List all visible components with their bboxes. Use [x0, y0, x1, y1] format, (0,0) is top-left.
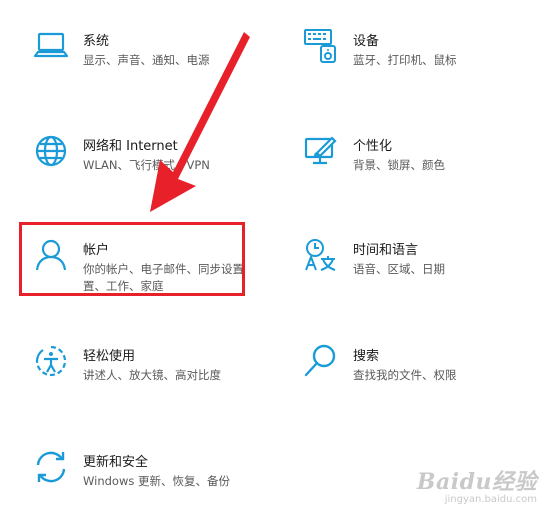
tile-description: Windows 更新、恢复、备份 — [83, 474, 230, 488]
settings-tile-devices[interactable]: 设备 蓝牙、打印机、鼠标 — [303, 28, 543, 76]
tile-title: 帐户 — [83, 243, 110, 258]
tile-description: 讲述人、放大镜、高对比度 — [83, 368, 221, 382]
tile-title: 个性化 — [353, 139, 393, 154]
tile-description: WLAN、飞行模式、VPN — [83, 158, 210, 172]
watermark-brand: Baidu经验 — [416, 469, 537, 495]
paint-brush-icon — [303, 133, 339, 169]
tile-title: 时间和语言 — [353, 243, 419, 258]
tile-title: 搜索 — [353, 349, 380, 364]
settings-tile-update-security[interactable]: 更新和安全 Windows 更新、恢复、备份 — [33, 449, 273, 497]
watermark-url: jingyan.baidu.com — [444, 494, 537, 505]
tile-description: 蓝牙、打印机、鼠标 — [353, 53, 457, 67]
tile-description: 显示、声音、通知、电源 — [83, 53, 210, 67]
tile-title: 轻松使用 — [83, 349, 136, 364]
settings-tile-network[interactable]: 网络和 Internet WLAN、飞行模式、VPN — [33, 133, 273, 181]
tile-description: 查找我的文件、权限 — [353, 368, 457, 382]
settings-tile-system[interactable]: 系统 显示、声音、通知、电源 — [33, 28, 273, 76]
globe-icon — [33, 133, 69, 169]
laptop-icon — [33, 28, 69, 64]
person-icon — [33, 237, 69, 273]
watermark: Baidu经验 jingyan.baidu.com — [417, 464, 537, 505]
tile-title: 系统 — [83, 34, 110, 49]
settings-tile-time-language[interactable]: 时间和语言 语音、区域、日期 — [303, 237, 543, 285]
tile-title: 设备 — [353, 34, 380, 49]
tile-description-line: 置、工作、家庭 — [83, 279, 164, 293]
tile-title: 更新和安全 — [83, 455, 149, 470]
sync-icon — [33, 449, 69, 485]
time-language-icon — [303, 237, 339, 273]
keyboard-icon — [303, 28, 339, 64]
settings-tile-ease-of-access[interactable]: 轻松使用 讲述人、放大镜、高对比度 — [33, 343, 273, 391]
search-icon — [303, 343, 339, 379]
tile-title: 网络和 Internet — [83, 139, 178, 154]
settings-tile-personalization[interactable]: 个性化 背景、锁屏、颜色 — [303, 133, 543, 181]
settings-tile-search[interactable]: 搜索 查找我的文件、权限 — [303, 343, 543, 391]
tile-description: 你的帐户、电子邮件、同步设置 置、工作、家庭 — [83, 261, 244, 295]
tile-description: 语音、区域、日期 — [353, 262, 445, 276]
tile-description-line: 你的帐户、电子邮件、同步设置 — [83, 262, 244, 276]
tile-description: 背景、锁屏、颜色 — [353, 158, 445, 172]
ease-of-access-icon — [33, 343, 69, 379]
settings-tile-accounts[interactable]: 帐户 你的帐户、电子邮件、同步设置 置、工作、家庭 — [33, 237, 244, 295]
